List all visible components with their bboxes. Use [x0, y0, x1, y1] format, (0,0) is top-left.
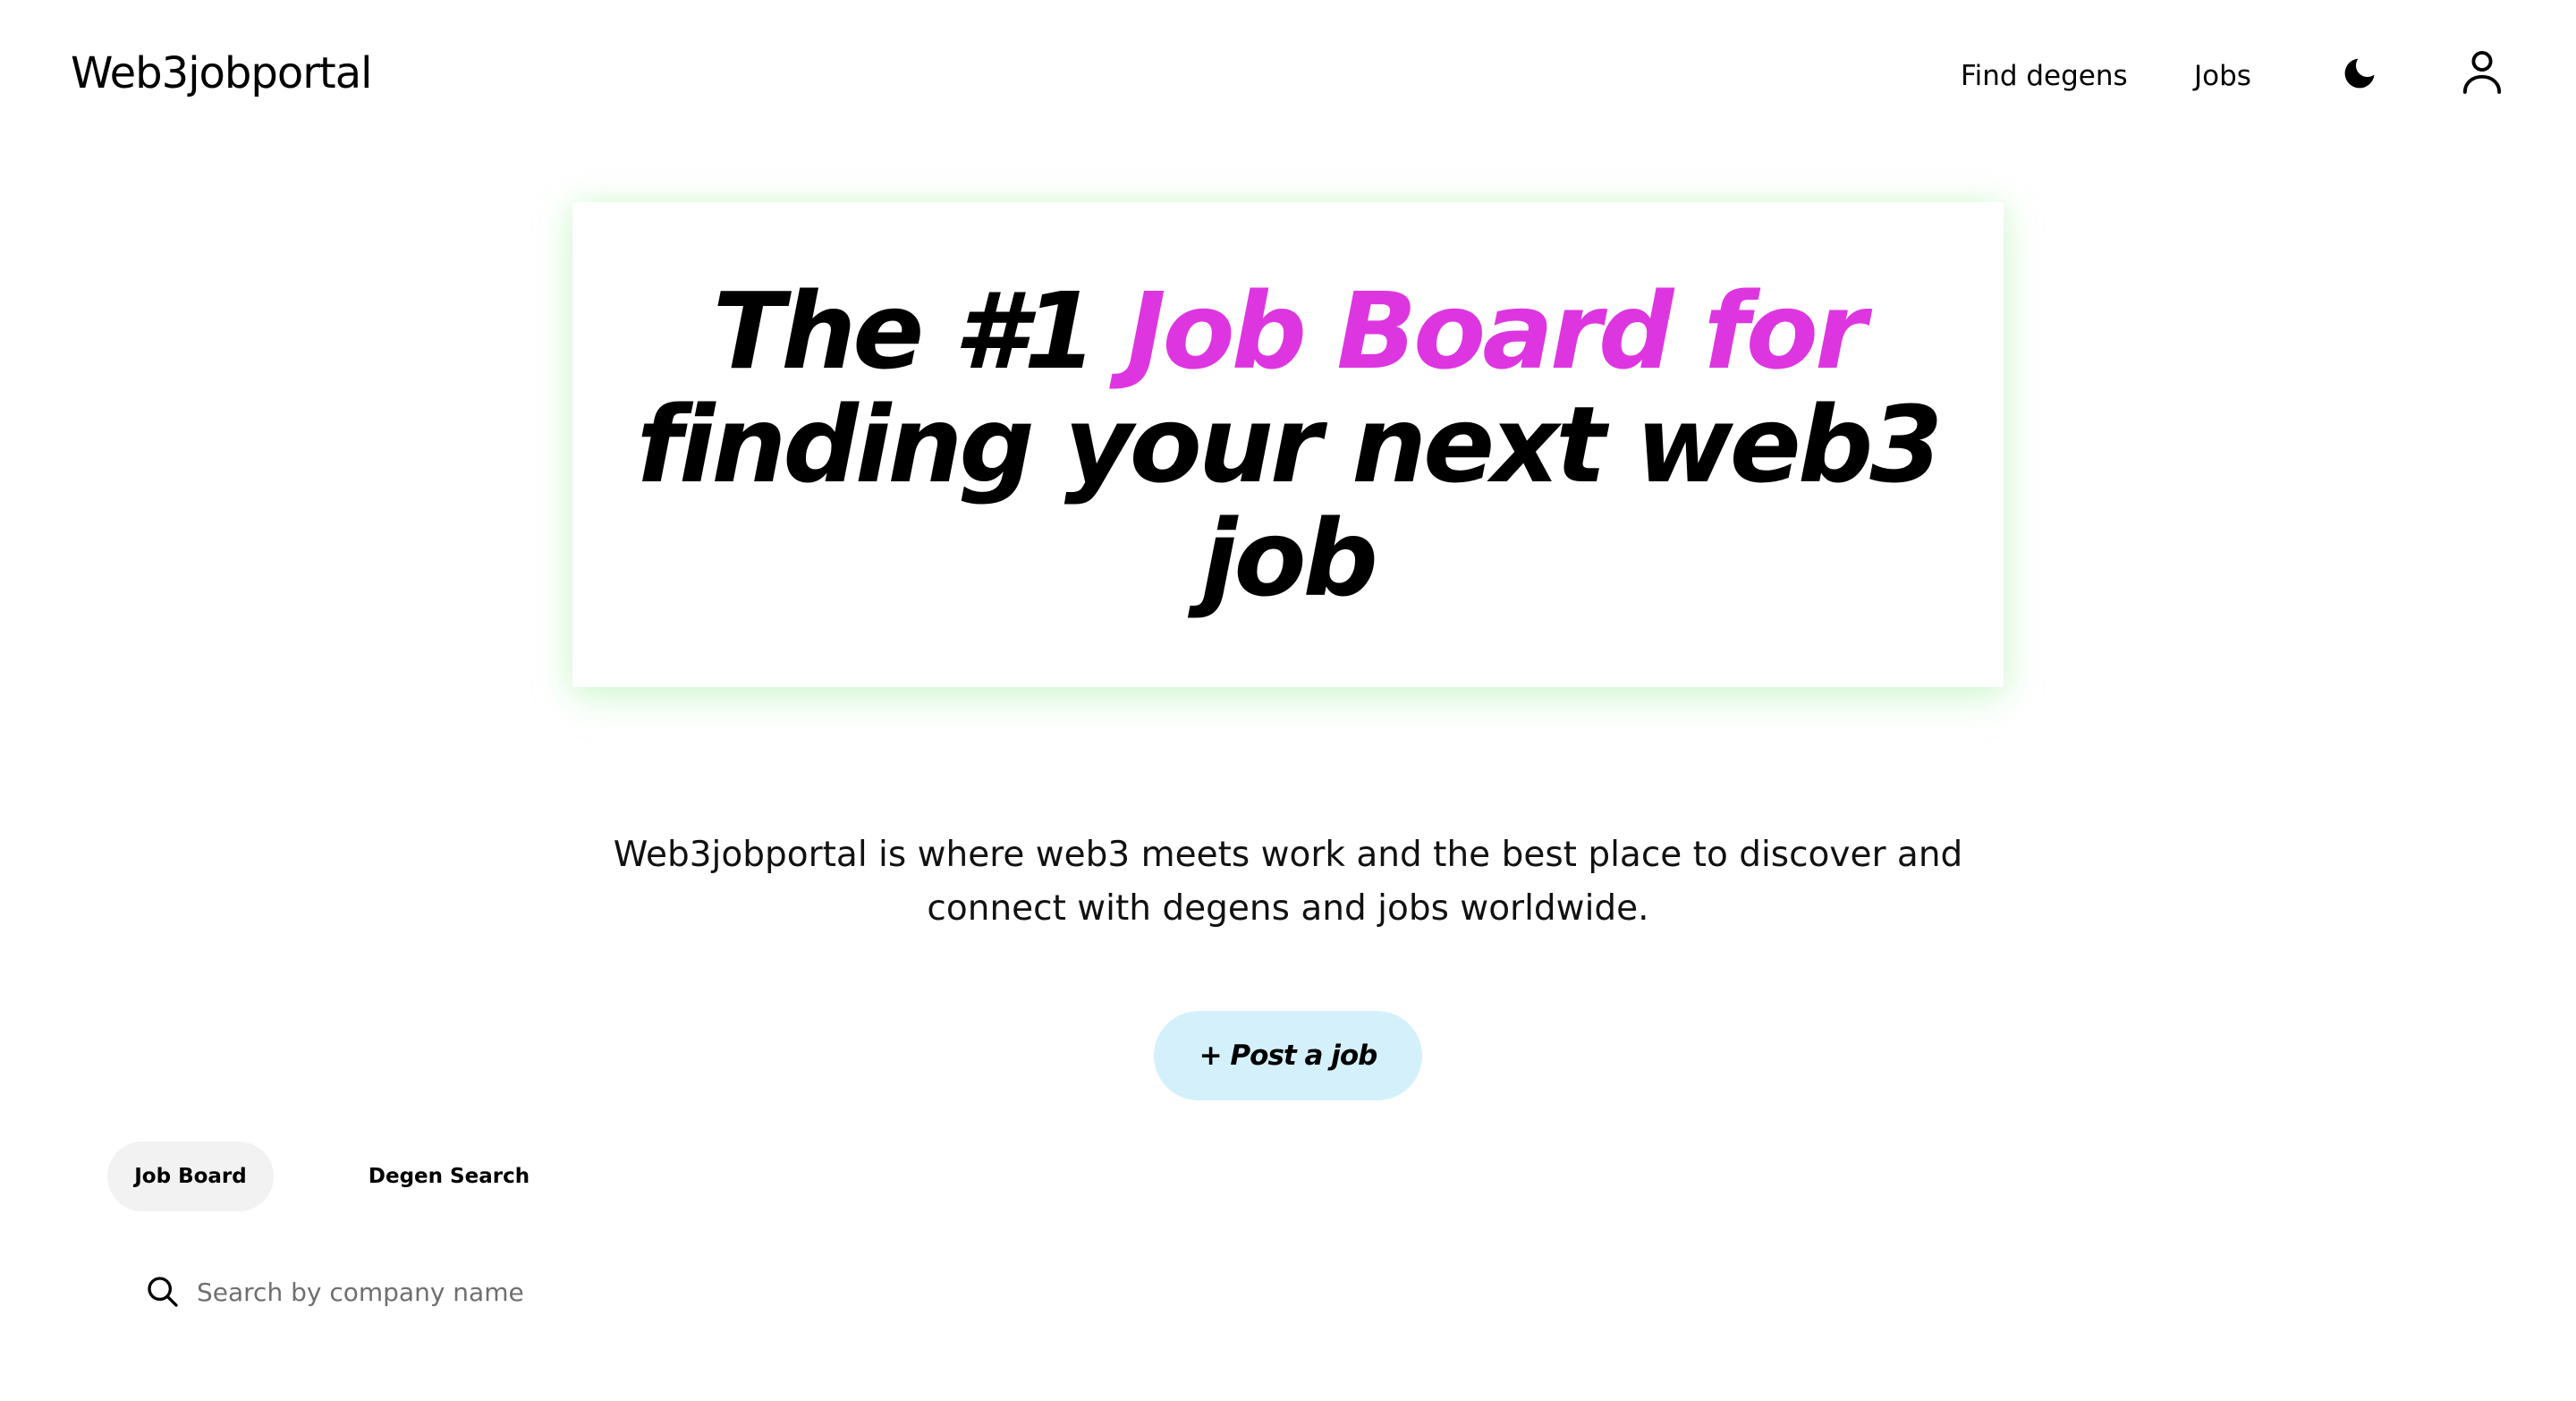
hero-title-rest: finding your next web3 job	[636, 382, 1944, 620]
theme-toggle-button[interactable]	[2333, 47, 2386, 100]
site-logo[interactable]: Web3jobportal	[71, 47, 372, 100]
company-search-input[interactable]	[197, 1277, 733, 1307]
search-icon	[143, 1272, 182, 1312]
nav-find-degens-link[interactable]: Find degens	[1961, 56, 2128, 96]
company-search	[143, 1265, 859, 1319]
page: Web3jobportal Find degens Jobs The #1 Jo…	[0, 0, 2576, 1401]
post-job-button[interactable]: + Post a job	[1154, 1011, 1422, 1100]
user-icon	[2462, 51, 2502, 94]
hero-title-accent: Job Board for	[1126, 268, 1867, 393]
hero-description: Web3jobportal is where web3 meets work a…	[613, 835, 1963, 929]
nav-jobs-link[interactable]: Jobs	[2194, 56, 2251, 96]
hero-title: The #1 Job Board for finding your next we…	[617, 274, 1959, 616]
account-button[interactable]	[2455, 45, 2509, 98]
hero-card: The #1 Job Board for finding your next we…	[572, 202, 2004, 687]
tab-degen-search[interactable]: Degen Search	[358, 1142, 540, 1211]
tab-job-board[interactable]: Job Board	[107, 1142, 274, 1211]
hero-title-prefix: The #1	[712, 268, 1127, 393]
moon-icon	[2344, 58, 2375, 89]
